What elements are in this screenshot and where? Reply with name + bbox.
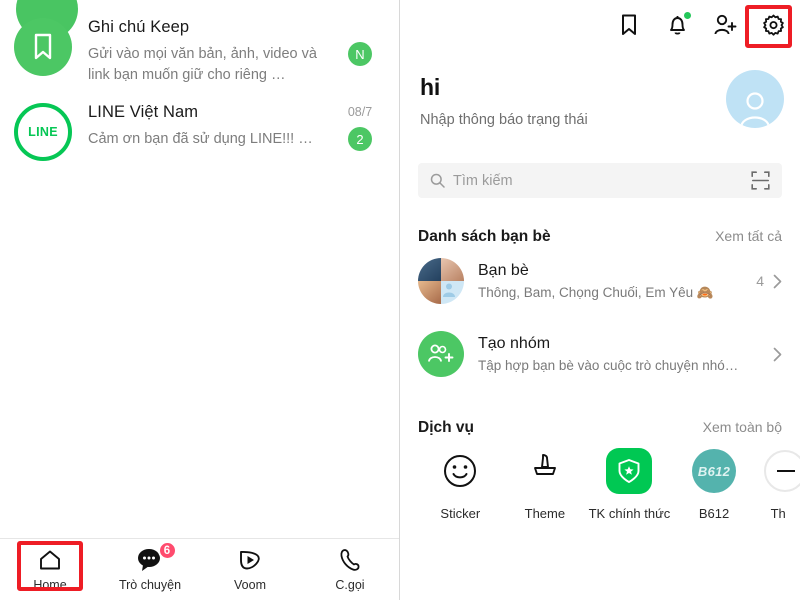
b612-app-icon: B612 [691, 448, 737, 494]
voom-play-icon [237, 547, 264, 573]
left-panel-chat-list: Ghi chú Keep Gửi vào mọi văn bản, ảnh, v… [0, 0, 400, 600]
section-title: Danh sách bạn bè [418, 228, 551, 245]
nav-label: C.gọi [335, 578, 365, 592]
shield-star-icon [606, 448, 653, 494]
chevron-right-icon [773, 274, 782, 288]
collage-photo [441, 281, 464, 304]
right-panel-home: hi Nhập thông báo trạng thái Tìm kiếm Da… [400, 0, 800, 600]
line-logo-text: LINE [28, 125, 58, 140]
app-screen: Ghi chú Keep Gửi vào mọi văn bản, ảnh, v… [0, 0, 800, 600]
chat-title: Ghi chú Keep [88, 18, 190, 36]
list-item-meta: 08/7 2 [332, 101, 388, 161]
service-item-cut-off[interactable]: Th [756, 448, 800, 523]
row-title: Bạn bè [478, 261, 529, 279]
nav-item-home[interactable]: Home [0, 539, 100, 600]
service-item-b612[interactable]: B612 B612 [672, 448, 757, 523]
profile-text: hi Nhập thông báo trạng thái [420, 70, 726, 128]
collage-photo [441, 258, 464, 281]
add-friend-icon[interactable] [712, 12, 738, 38]
nav-label: Trò chuyện [118, 578, 182, 592]
service-label: TK chính thức [588, 506, 671, 521]
nav-label: Home [33, 578, 67, 592]
list-item-text: Bạn bè Thông, Bam, Chọng Chuối, Em Yêu 🙈 [464, 262, 756, 301]
list-item-friends[interactable]: Bạn bè Thông, Bam, Chọng Chuối, Em Yêu 🙈… [418, 258, 782, 304]
service-item-official-account[interactable]: TK chính thức [587, 448, 672, 523]
status-message-placeholder: Nhập thông báo trạng thái [420, 112, 588, 128]
status-badge: N [348, 42, 372, 66]
services-section-header: Dịch vụ Xem toàn bộ [418, 419, 782, 437]
service-label: Sticker [440, 506, 481, 521]
phone-icon [338, 547, 362, 573]
list-item-meta: N [332, 16, 388, 85]
chevron-right-icon [773, 347, 782, 361]
chat-subtitle: Cảm ơn bạn đã sử dụng LINE!!! … [88, 131, 313, 148]
chat-subtitle: Gửi vào mọi văn bản, ảnh, video và link … [88, 46, 317, 83]
b612-icon-label: B612 [692, 449, 737, 493]
collage-photo [418, 258, 441, 281]
section-title: Dịch vụ [418, 419, 474, 436]
add-group-icon [418, 331, 464, 377]
unread-badge: 2 [348, 127, 372, 152]
gear-icon[interactable] [760, 12, 786, 38]
bookmark-icon[interactable] [616, 12, 642, 38]
profile-header[interactable]: hi Nhập thông báo trạng thái [420, 70, 784, 128]
service-item-sticker[interactable]: Sticker [418, 448, 503, 523]
list-item[interactable]: LINE LINE Việt Nam Cảm ơn bạn đã sử dụng… [0, 93, 399, 169]
page-title: hi [420, 74, 441, 100]
list-item-text: Ghi chú Keep Gửi vào mọi văn bản, ảnh, v… [72, 16, 332, 85]
friends-section-header: Danh sách bạn bè Xem tất cả [418, 228, 782, 246]
unread-count-badge: 6 [157, 541, 177, 560]
search-placeholder: Tìm kiếm [453, 172, 513, 189]
brush-icon [522, 448, 568, 494]
bell-icon[interactable] [664, 12, 691, 38]
line-logo-icon: LINE [14, 103, 72, 162]
photo-collage [418, 258, 464, 304]
row-title: Tạo nhóm [478, 335, 551, 352]
list-item-text: Tạo nhóm Tập hợp bạn bè vào cuộc trò chu… [464, 335, 773, 373]
service-item-theme[interactable]: Theme [503, 448, 588, 523]
nav-item-call[interactable]: C.gọi [300, 539, 399, 600]
nav-label: Voom [234, 578, 266, 592]
row-subtitle: Thông, Bam, Chọng Chuối, Em Yêu 🙈 [478, 284, 714, 300]
service-label: Th [770, 506, 786, 521]
search-input[interactable]: Tìm kiếm [418, 163, 782, 198]
chat-title: LINE Việt Nam [88, 103, 199, 122]
bookmark-icon [14, 18, 72, 76]
smiley-face-icon [437, 448, 483, 494]
search-icon [430, 173, 445, 188]
row-trailing: 4 [756, 273, 782, 289]
notification-dot [684, 12, 691, 19]
timestamp: 08/7 [347, 105, 373, 120]
home-icon [38, 547, 62, 573]
list-item[interactable]: Ghi chú Keep Gửi vào mọi văn bản, ảnh, v… [0, 8, 399, 93]
service-label: Theme [524, 506, 566, 521]
nav-item-chat[interactable]: 6 Trò chuyện [100, 539, 200, 600]
row-subtitle: Tập hợp bạn bè vào cuộc trò chuyện nhó… [478, 358, 739, 373]
friend-count: 4 [756, 273, 764, 289]
chat-bubble-icon: 6 [137, 541, 177, 573]
services-row: Sticker Theme TK chính thức B612 B612 Th [418, 448, 800, 523]
top-icon-bar [616, 12, 792, 38]
cut-off-icon [756, 448, 800, 494]
list-item-text: LINE Việt Nam Cảm ơn bạn đã sử dụng LINE… [72, 101, 332, 161]
view-all-link[interactable]: Xem tất cả [715, 228, 782, 244]
service-label: B612 [698, 506, 730, 521]
person-avatar-icon [739, 92, 771, 128]
qr-scan-icon[interactable] [751, 171, 770, 190]
nav-item-voom[interactable]: Voom [200, 539, 300, 600]
chat-list: Ghi chú Keep Gửi vào mọi văn bản, ảnh, v… [0, 8, 399, 169]
collage-photo [418, 281, 441, 304]
avatar[interactable] [726, 70, 784, 128]
line-bubble-shape: LINE [20, 112, 66, 155]
friends-collage-avatar [418, 258, 464, 304]
view-all-services-link[interactable]: Xem toàn bộ [703, 419, 782, 435]
list-item-create-group[interactable]: Tạo nhóm Tập hợp bạn bè vào cuộc trò chu… [418, 331, 782, 377]
shield-badge-bg [606, 448, 653, 494]
row-trailing [773, 347, 782, 362]
bottom-navigation-bar: Home 6 Trò chuyện Voom C.gọi [0, 538, 399, 600]
